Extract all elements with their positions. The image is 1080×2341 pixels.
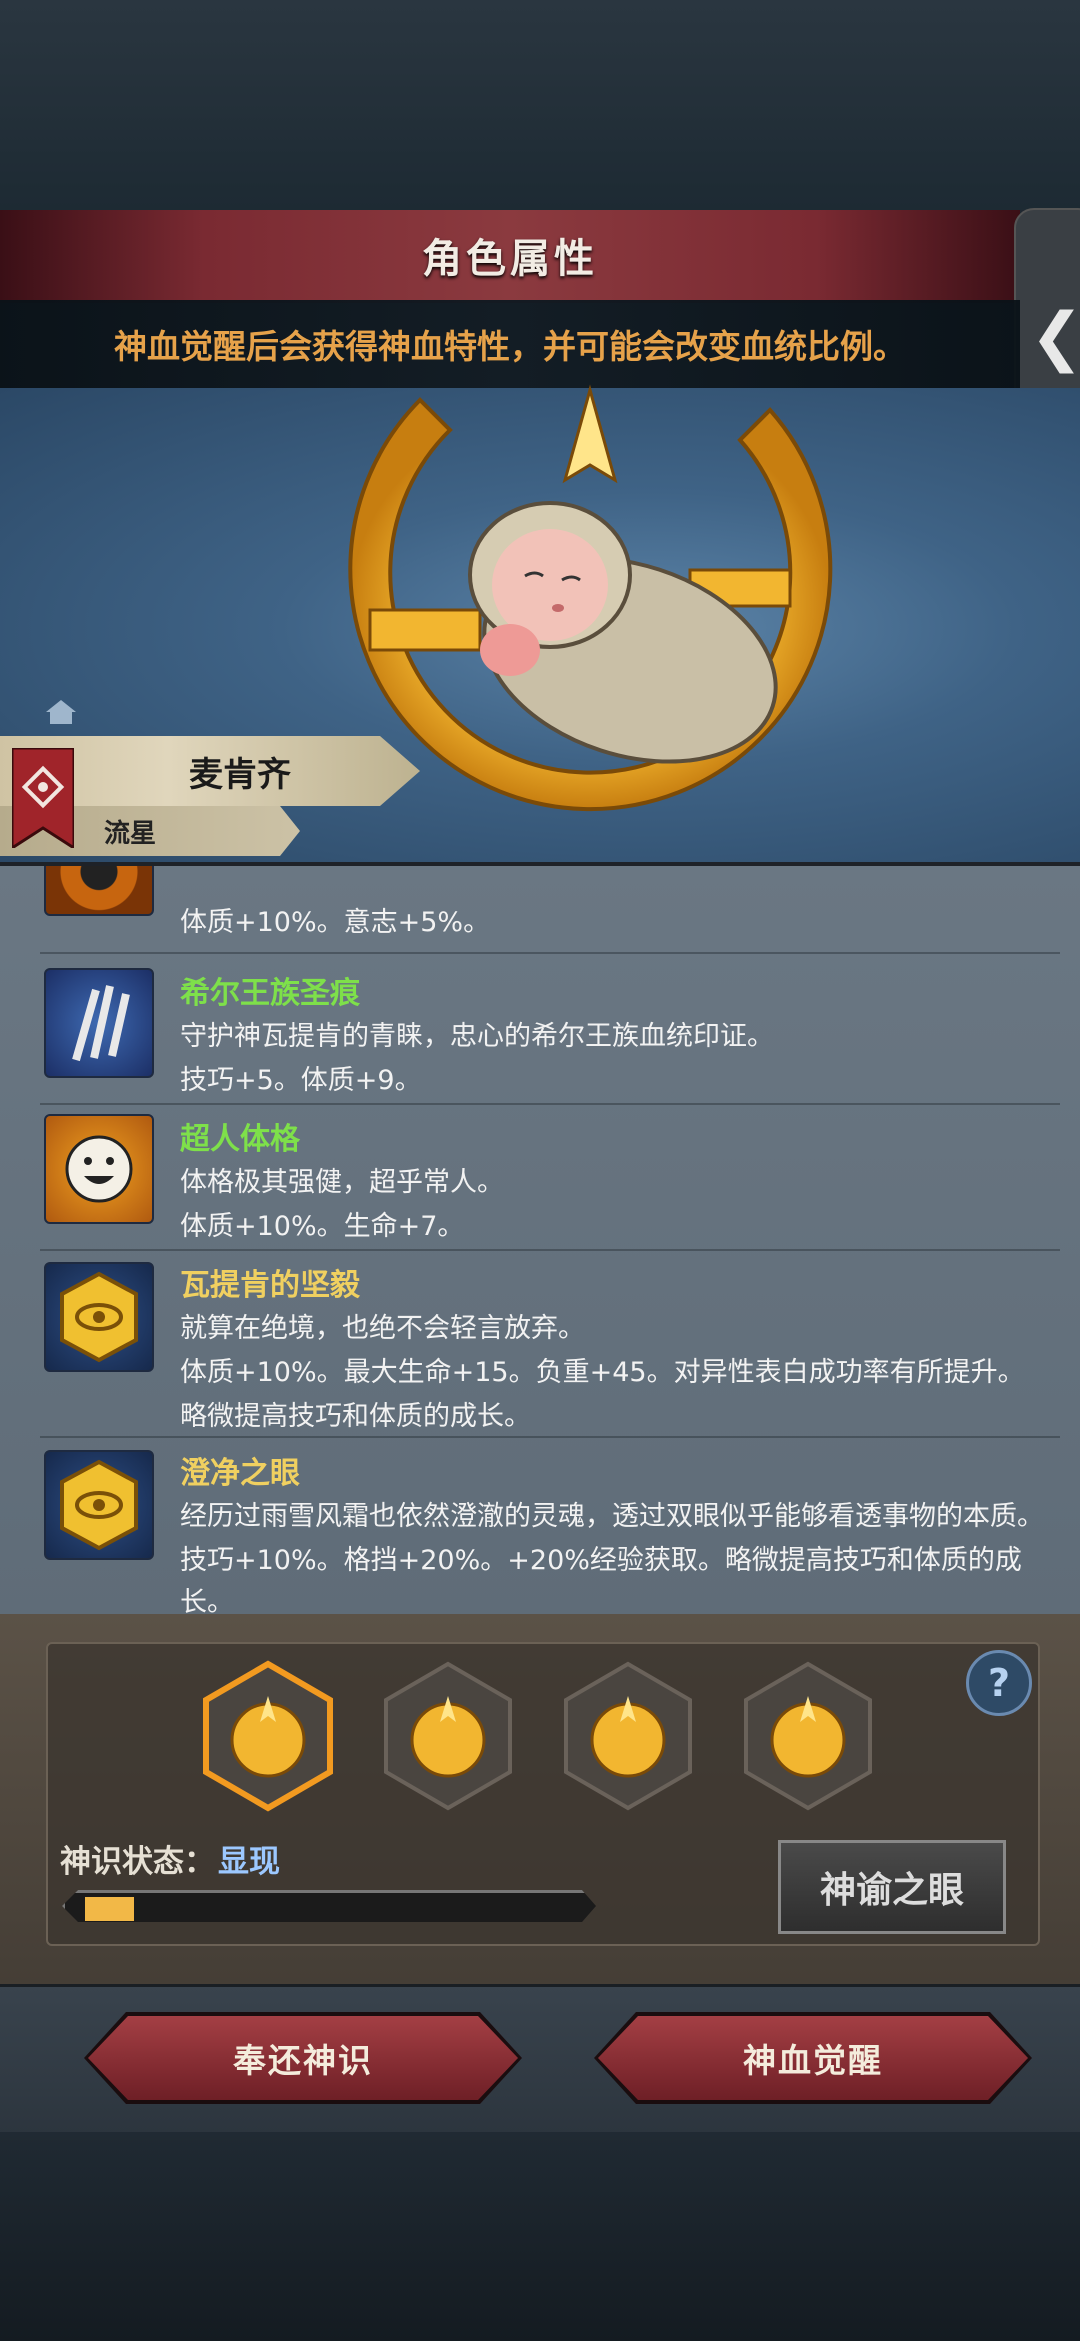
trait-effects: 技巧+5。体质+9。 xyxy=(180,1065,422,1096)
gold-medal-icon xyxy=(44,1262,154,1372)
progress-fill xyxy=(85,1897,134,1921)
page-title: 角色属性 xyxy=(422,236,598,282)
character-name: 麦肯齐 xyxy=(189,754,291,795)
trait-effects-extra: 略微提高技巧和体质的成长。 xyxy=(180,1401,531,1432)
claw-mark-icon xyxy=(44,968,154,1078)
top-background xyxy=(0,0,1080,210)
trait-effects-extra: 长。 xyxy=(180,1587,234,1618)
character-title: 流星 xyxy=(103,818,156,849)
trait-list[interactable]: 体质+10%。意志+5%。 希尔王族圣痕 守护神瓦提肯的青睐，忠心的希尔王族血统… xyxy=(0,862,1080,1618)
trait-desc: 就算在绝境，也绝不会轻言放弃。 xyxy=(180,1313,585,1344)
trait-effects: 体质+10%。意志+5%。 xyxy=(180,907,491,938)
bottom-background xyxy=(0,2132,1080,2341)
eye-icon xyxy=(44,866,154,916)
title-bar: 角色属性 xyxy=(0,210,1020,303)
divine-slot-2-icon[interactable] xyxy=(380,1660,516,1812)
trait-effects: 技巧+10%。格挡+20%。+20%经验获取。略微提高技巧和体质的成 xyxy=(180,1545,1022,1576)
chevron-left-icon: ❮ xyxy=(1030,300,1080,374)
notice-text: 神血觉醒后会获得神血特性，并可能会改变血统比例。 xyxy=(114,327,906,366)
trait-name: 超人体格 xyxy=(180,1122,300,1157)
gold-medal-icon xyxy=(44,1450,154,1560)
faction-flag-icon xyxy=(12,748,74,848)
divine-state-label: 神识状态： xyxy=(60,1844,215,1880)
trait-name: 瓦提肯的坚毅 xyxy=(180,1268,360,1303)
blood-awaken-label: 神血觉醒 xyxy=(743,2041,883,2080)
trait-name: 希尔王族圣痕 xyxy=(180,976,360,1011)
trait-desc: 体格极其强健，超乎常人。 xyxy=(180,1167,504,1198)
trait-desc: 守护神瓦提肯的青睐，忠心的希尔王族血统印证。 xyxy=(180,1021,774,1052)
smile-icon xyxy=(44,1114,154,1224)
divine-slot-4-icon[interactable] xyxy=(740,1660,876,1812)
help-button[interactable]: ? xyxy=(966,1650,1032,1716)
character-portrait xyxy=(468,501,778,764)
list-item: 希尔王族圣痕 守护神瓦提肯的青睐，忠心的希尔王族血统印证。 技巧+5。体质+9。 xyxy=(40,958,1060,1105)
home-icon[interactable] xyxy=(46,700,76,724)
return-divine-label: 奉还神识 xyxy=(233,2041,373,2080)
trait-name: 澄净之眼 xyxy=(180,1456,300,1491)
trait-effects: 体质+10%。生命+7。 xyxy=(180,1211,465,1242)
list-item: 体质+10%。意志+5%。 xyxy=(40,866,1060,954)
return-divine-button[interactable]: 奉还神识 xyxy=(88,2016,518,2100)
list-item: 澄净之眼 经历过雨雪风霜也依然澄澈的灵魂，透过双眼似乎能够看透事物的本质。 技巧… xyxy=(40,1438,1060,1618)
oracle-eye-button[interactable]: 神谕之眼 xyxy=(778,1840,1006,1934)
divine-slot-1-icon[interactable] xyxy=(200,1660,336,1812)
divine-state-value: 显现 xyxy=(218,1844,280,1880)
list-item: 超人体格 体格极其强健，超乎常人。 体质+10%。生命+7。 xyxy=(40,1104,1060,1251)
oracle-eye-label: 神谕之眼 xyxy=(819,1870,964,1911)
trait-effects: 体质+10%。最大生命+15。负重+45。对异性表白成功率有所提升。 xyxy=(180,1357,1025,1388)
trait-desc: 经历过雨雪风霜也依然澄澈的灵魂，透过双眼似乎能够看透事物的本质。 xyxy=(180,1501,1044,1532)
blood-awaken-button[interactable]: 神血觉醒 xyxy=(598,2016,1028,2100)
list-item: 瓦提肯的坚毅 就算在绝境，也绝不会轻言放弃。 体质+10%。最大生命+15。负重… xyxy=(40,1250,1060,1438)
divine-slot-3-icon[interactable] xyxy=(560,1660,696,1812)
